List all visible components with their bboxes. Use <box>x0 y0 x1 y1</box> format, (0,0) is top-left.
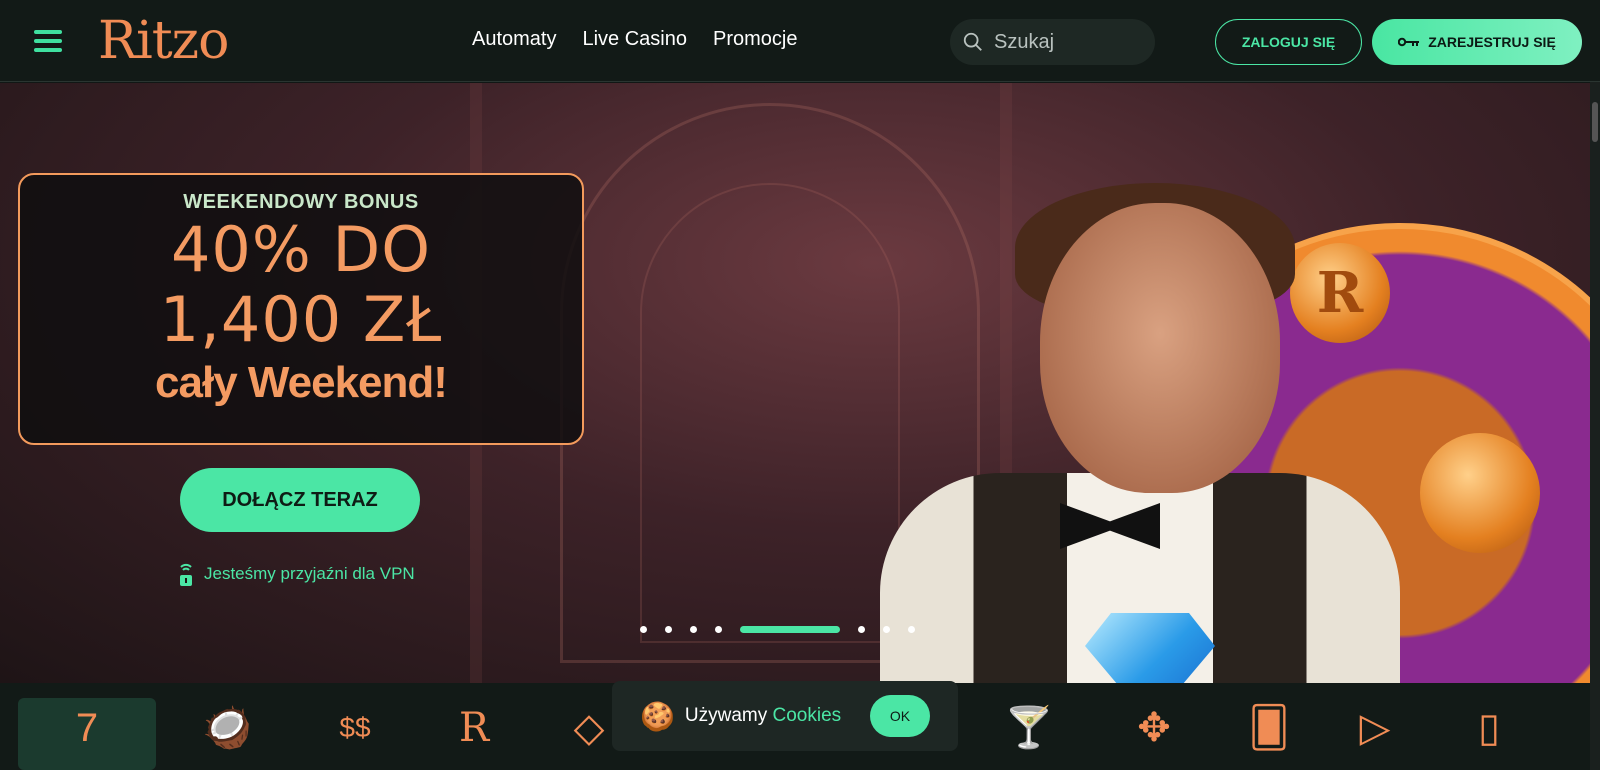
main-nav: Automaty Live Casino Promocje <box>472 28 797 51</box>
login-button[interactable]: ZALOGUJ SIĘ <box>1215 19 1362 65</box>
carousel-dot-active[interactable] <box>740 626 840 633</box>
promo-label: WEEKENDOWY BONUS <box>183 191 419 213</box>
money-bag-icon[interactable]: $$ <box>286 698 424 770</box>
promo-headline-1: 40% DO <box>170 213 432 286</box>
register-label: ZAREJESTRUJ SIĘ <box>1428 34 1556 50</box>
carousel-dot[interactable] <box>665 626 672 633</box>
carousel-dot[interactable] <box>690 626 697 633</box>
nav-live-casino[interactable]: Live Casino <box>582 28 687 51</box>
cookie-text: Używamy Cookies <box>684 705 842 726</box>
host-face-image <box>1040 203 1280 493</box>
menu-icon[interactable] <box>34 30 62 52</box>
cookie-icon: 🍪 <box>640 700 675 732</box>
cookie-banner: 🍪 Używamy Cookies OK <box>612 681 958 751</box>
nav-promocje[interactable]: Promocje <box>713 28 797 51</box>
search-icon <box>963 32 982 51</box>
carousel-dot[interactable] <box>908 626 915 633</box>
vpn-text: Jesteśmy przyjaźni dla VPN <box>204 564 415 583</box>
join-now-button[interactable]: DOŁĄCZ TERAZ <box>180 468 420 532</box>
hero-banner[interactable]: R WEEKENDOWY BONUS 40% DO 1,400 ZŁ cały … <box>0 83 1590 683</box>
carousel-dot[interactable] <box>858 626 865 633</box>
r-coin-icon: R <box>1290 243 1390 343</box>
promo-box: WEEKENDOWY BONUS 40% DO 1,400 ZŁ cały We… <box>18 173 584 445</box>
search-box[interactable] <box>950 19 1155 65</box>
nav-automaty[interactable]: Automaty <box>472 28 556 51</box>
carousel-dot[interactable] <box>640 626 647 633</box>
carousel-dot[interactable] <box>883 626 890 633</box>
coin-icon <box>1420 433 1540 553</box>
promo-headline-2: 1,400 ZŁ <box>159 283 443 356</box>
carousel-dots <box>640 626 915 633</box>
key-icon <box>1398 37 1420 47</box>
site-header: Ritzo Automaty Live Casino Promocje ZALO… <box>0 0 1600 82</box>
page-scrollbar[interactable] <box>1590 82 1600 770</box>
phone-card-icon[interactable]: ▯ <box>1420 698 1558 770</box>
register-button[interactable]: ZAREJESTRUJ SIĘ <box>1372 19 1582 65</box>
vpn-notice: Jesteśmy przyjaźni dla VPN <box>178 561 415 587</box>
promo-subline: cały Weekend! <box>155 358 448 407</box>
background-arch <box>640 183 900 643</box>
cocktail-icon[interactable]: 🍸 <box>960 698 1098 770</box>
ritzo-logo[interactable]: Ritzo <box>98 6 229 76</box>
cookie-ok-button[interactable]: OK <box>870 695 930 737</box>
carousel-dot[interactable] <box>715 626 722 633</box>
slot-machine-icon[interactable]: 7 <box>18 698 156 770</box>
cookies-link[interactable]: Cookies <box>773 705 842 726</box>
search-input[interactable] <box>994 30 1144 54</box>
coconut-drink-icon[interactable]: 🥥 <box>158 698 296 770</box>
vpn-lock-icon <box>180 563 192 586</box>
